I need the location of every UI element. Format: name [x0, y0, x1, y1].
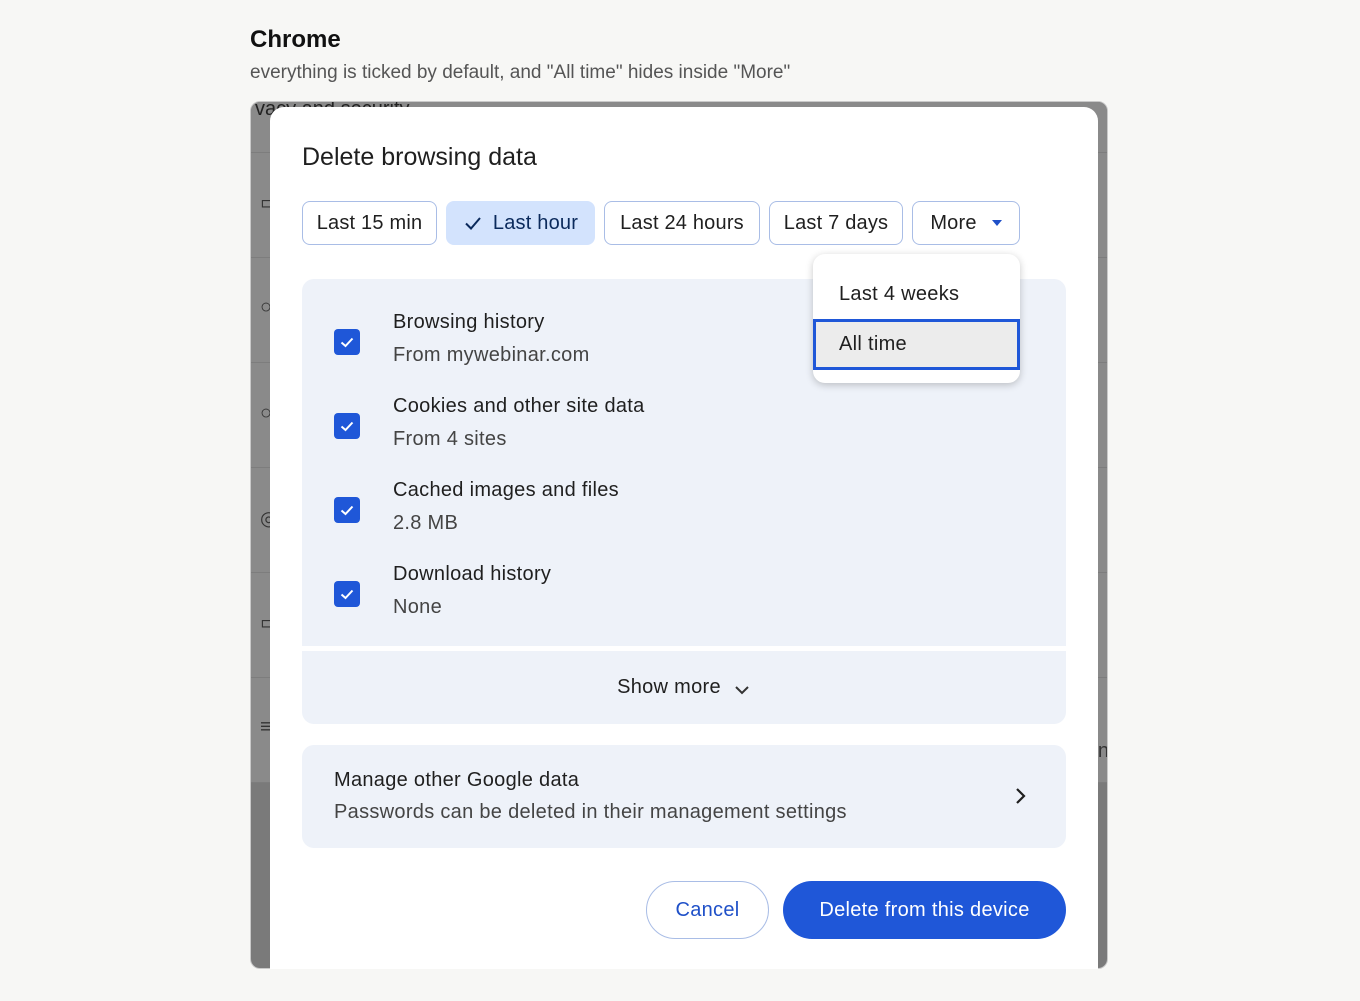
- checkbox-checked-icon[interactable]: [334, 329, 360, 355]
- chip-last-24-hours[interactable]: Last 24 hours: [604, 201, 760, 245]
- data-type-detail: 2.8 MB: [393, 512, 459, 534]
- check-icon: [340, 505, 354, 516]
- checkbox-checked-icon[interactable]: [334, 413, 360, 439]
- data-type-detail: None: [393, 596, 443, 618]
- check-icon: [340, 337, 354, 348]
- delete-from-device-button[interactable]: Delete from this device: [783, 881, 1066, 939]
- data-type-cached-images[interactable]: Cached images and files 2.8 MB: [302, 477, 1066, 553]
- more-time-range-menu: Last 4 weeks All time: [813, 254, 1020, 383]
- cancel-label: Cancel: [675, 898, 740, 921]
- chip-label: Last 7 days: [783, 211, 889, 234]
- chip-label: More: [930, 211, 977, 234]
- show-more-button[interactable]: Show more: [302, 651, 1066, 724]
- menu-item-all-time[interactable]: All time: [813, 319, 1020, 370]
- check-icon: [340, 589, 354, 600]
- page-subheading: everything is ticked by default, and "Al…: [250, 62, 791, 83]
- manage-title: Manage other Google data: [334, 769, 580, 791]
- data-type-download-history[interactable]: Download history None: [302, 561, 1066, 637]
- data-type-title: Browsing history: [393, 311, 545, 333]
- chevron-down-icon: [735, 685, 749, 694]
- chevron-icon: n: [1097, 740, 1108, 762]
- chip-more[interactable]: More: [912, 201, 1020, 245]
- chip-last-hour[interactable]: Last hour: [446, 201, 595, 245]
- menu-item-label: All time: [839, 333, 907, 355]
- chip-last-7-days[interactable]: Last 7 days: [769, 201, 903, 245]
- check-icon: [340, 421, 354, 432]
- chevron-right-icon: [1016, 788, 1026, 804]
- data-type-detail: From 4 sites: [393, 428, 507, 450]
- chip-label: Last hour: [492, 211, 579, 234]
- delete-browsing-data-dialog: Delete browsing data Last 15 min Last ho…: [270, 107, 1098, 969]
- delete-label: Delete from this device: [819, 898, 1030, 921]
- data-type-cookies[interactable]: Cookies and other site data From 4 sites: [302, 393, 1066, 469]
- chip-label: Last 24 hours: [620, 211, 744, 234]
- checkbox-checked-icon[interactable]: [334, 581, 360, 607]
- manage-google-data-row[interactable]: Manage other Google data Passwords can b…: [302, 745, 1066, 848]
- show-more-label: Show more: [617, 676, 721, 698]
- data-type-detail: From mywebinar.com: [393, 344, 590, 366]
- caret-down-icon: [991, 220, 1002, 226]
- menu-item-last-4-weeks[interactable]: Last 4 weeks: [813, 268, 1020, 320]
- data-type-title: Cookies and other site data: [393, 395, 645, 417]
- chip-label: Last 15 min: [316, 211, 423, 234]
- dialog-title: Delete browsing data: [302, 143, 537, 171]
- checkbox-checked-icon[interactable]: [334, 497, 360, 523]
- chip-last-15-min[interactable]: Last 15 min: [302, 201, 437, 245]
- check-icon: [465, 217, 481, 230]
- data-type-title: Cached images and files: [393, 479, 619, 501]
- page-heading: Chrome: [250, 26, 341, 53]
- menu-item-label: Last 4 weeks: [839, 282, 960, 305]
- data-type-title: Download history: [393, 563, 552, 585]
- manage-subtitle: Passwords can be deleted in their manage…: [334, 801, 847, 823]
- cancel-button[interactable]: Cancel: [646, 881, 769, 939]
